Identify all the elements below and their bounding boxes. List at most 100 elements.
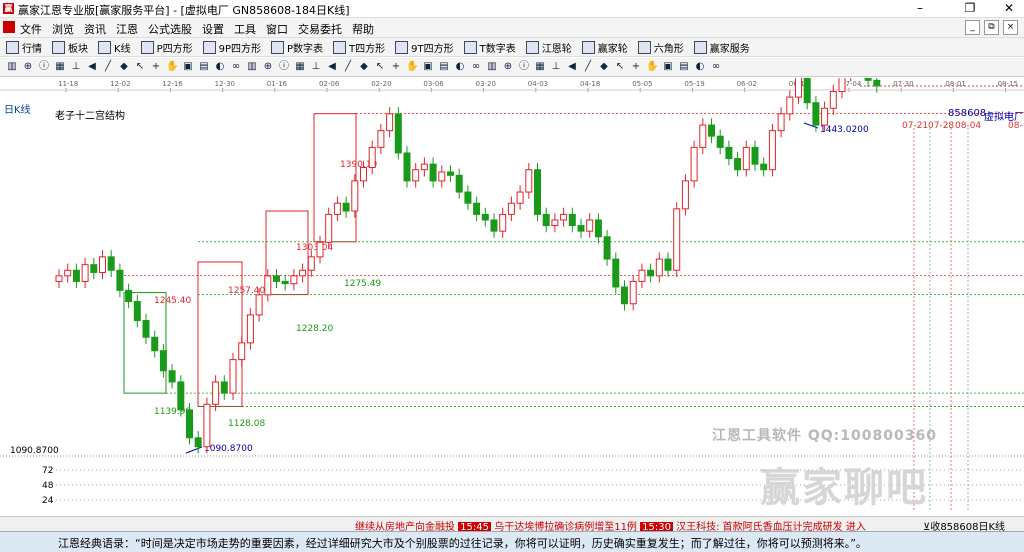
menu-item-4[interactable]: 公式选股 bbox=[148, 21, 192, 37]
mdi-control-button[interactable]: _ bbox=[965, 20, 980, 35]
menu-item-9[interactable]: 帮助 bbox=[352, 21, 374, 37]
line-icon[interactable]: ╱ bbox=[582, 61, 594, 73]
save-icon[interactable]: ▣ bbox=[182, 61, 194, 73]
save-icon[interactable]: ▣ bbox=[662, 61, 674, 73]
candle-body bbox=[142, 320, 150, 338]
gann-icon[interactable]: ◆ bbox=[118, 61, 130, 73]
candle-body bbox=[516, 191, 524, 204]
level-label-1139: 1139.99 bbox=[154, 407, 191, 417]
ruler-icon[interactable]: ⊥ bbox=[310, 61, 322, 73]
zoom-icon[interactable]: ⊕ bbox=[502, 61, 514, 73]
toolbar-button-2[interactable]: K线 bbox=[98, 40, 131, 55]
zoom-icon[interactable]: ⊕ bbox=[262, 61, 274, 73]
toolbar-button-1[interactable]: 板块 bbox=[52, 40, 88, 55]
gann-icon[interactable]: ◆ bbox=[598, 61, 610, 73]
candle-body bbox=[307, 256, 315, 271]
line-icon[interactable]: ╱ bbox=[342, 61, 354, 73]
calendar-icon[interactable]: ▦ bbox=[54, 61, 66, 73]
toolbar-button-11[interactable]: 六角形 bbox=[637, 40, 684, 55]
arrow-icon[interactable]: ◀ bbox=[86, 61, 98, 73]
cursor-icon[interactable]: ↖ bbox=[374, 61, 386, 73]
ruler-icon[interactable]: ⊥ bbox=[550, 61, 562, 73]
zoom-icon[interactable]: ⊕ bbox=[22, 61, 34, 73]
palette-icon[interactable]: ◐ bbox=[214, 61, 226, 73]
print-icon[interactable]: ▤ bbox=[198, 61, 210, 73]
cursor-icon[interactable]: ↖ bbox=[614, 61, 626, 73]
date-tick-label: 12-02 bbox=[110, 80, 130, 88]
palette-icon[interactable]: ◐ bbox=[694, 61, 706, 73]
toolbar-button-9[interactable]: 江恩轮 bbox=[525, 40, 572, 55]
palette-icon[interactable]: ◐ bbox=[454, 61, 466, 73]
calendar-icon[interactable]: ▦ bbox=[294, 61, 306, 73]
candle-body bbox=[368, 146, 376, 168]
print-icon[interactable]: ▤ bbox=[678, 61, 690, 73]
app-logo-icon: 赢 bbox=[3, 3, 14, 14]
cross-icon[interactable]: + bbox=[390, 61, 402, 73]
save-icon[interactable]: ▣ bbox=[422, 61, 434, 73]
ruler-icon[interactable]: ⊥ bbox=[70, 61, 82, 73]
date-tick-label: 05-19 bbox=[684, 80, 704, 88]
cross-icon[interactable]: + bbox=[630, 61, 642, 73]
future-date-label: 07-21 bbox=[902, 121, 928, 131]
maximize-button[interactable]: ❐ bbox=[955, 0, 985, 17]
menu-item-1[interactable]: 浏览 bbox=[52, 21, 74, 37]
menu-item-5[interactable]: 设置 bbox=[202, 21, 224, 37]
candle-body bbox=[768, 130, 776, 171]
kline-chart[interactable]: 11-18 12-02 12-16 12-30 01-16 02-06 02-20 03-06… bbox=[0, 78, 1024, 516]
menu-logo-icon bbox=[3, 21, 15, 33]
candle-body bbox=[690, 146, 698, 182]
menu-item-6[interactable]: 工具 bbox=[234, 21, 256, 37]
info-icon[interactable]: ⓘ bbox=[38, 61, 50, 73]
hand-icon[interactable]: ✋ bbox=[646, 61, 658, 73]
title-bar: 赢 赢家江恩专业版[赢家服务平台] - [虚拟电厂 GN858608-184日K… bbox=[0, 0, 1024, 18]
bar-chart-icon[interactable]: ▥ bbox=[246, 61, 258, 73]
calendar-icon[interactable]: ▦ bbox=[534, 61, 546, 73]
gann-icon[interactable]: ◆ bbox=[358, 61, 370, 73]
mdi-control-button[interactable]: × bbox=[1003, 20, 1018, 35]
volume-axis-label: 48 bbox=[42, 481, 54, 491]
minimize-button[interactable]: – bbox=[905, 0, 935, 17]
toolbar-button-0[interactable]: 行情 bbox=[6, 40, 42, 55]
hand-icon[interactable]: ✋ bbox=[166, 61, 178, 73]
close-button[interactable]: ✕ bbox=[994, 0, 1024, 17]
bar-chart-icon[interactable]: ▥ bbox=[6, 61, 18, 73]
mdi-control-button[interactable]: ⧉ bbox=[984, 20, 999, 35]
toolbar-button-label: 江恩轮 bbox=[541, 43, 572, 55]
menu-item-0[interactable]: 文件 bbox=[20, 21, 42, 37]
toolbar-button-10[interactable]: 赢家轮 bbox=[581, 40, 628, 55]
line-icon[interactable]: ╱ bbox=[102, 61, 114, 73]
watermark-text: 江恩工具软件 QQ:100800360 bbox=[712, 428, 937, 444]
candle-body bbox=[290, 275, 298, 285]
menu-item-3[interactable]: 江恩 bbox=[116, 21, 138, 37]
menu-item-7[interactable]: 窗口 bbox=[266, 21, 288, 37]
menu-item-8[interactable]: 交易委托 bbox=[298, 21, 342, 37]
candle-body bbox=[621, 286, 628, 305]
kline-chart-area[interactable]: 11-18 12-02 12-16 12-30 01-16 02-06 02-20 03-06… bbox=[0, 78, 1024, 516]
toolbar-button-3[interactable]: P四方形 bbox=[140, 40, 193, 55]
print-icon[interactable]: ▤ bbox=[438, 61, 450, 73]
infinity-icon[interactable]: ∞ bbox=[710, 61, 722, 73]
toolbar-button-7[interactable]: 9T四方形 bbox=[395, 40, 454, 55]
hand-icon[interactable]: ✋ bbox=[406, 61, 418, 73]
menu-item-2[interactable]: 资讯 bbox=[84, 21, 106, 37]
infinity-icon[interactable]: ∞ bbox=[470, 61, 482, 73]
infinity-icon[interactable]: ∞ bbox=[230, 61, 242, 73]
toolbar-button-12[interactable]: 赢家服务 bbox=[693, 40, 750, 55]
candle-body bbox=[299, 269, 307, 277]
toolbar-button-5[interactable]: P数字表 bbox=[271, 40, 323, 55]
cursor-icon[interactable]: ↖ bbox=[134, 61, 146, 73]
period-label[interactable]: 日K线 bbox=[4, 101, 31, 116]
cross-icon[interactable]: + bbox=[150, 61, 162, 73]
info-icon[interactable]: ⓘ bbox=[278, 61, 290, 73]
bar-chart-icon[interactable]: ▥ bbox=[486, 61, 498, 73]
info-icon[interactable]: ⓘ bbox=[518, 61, 530, 73]
arrow-icon[interactable]: ◀ bbox=[326, 61, 338, 73]
candle-body bbox=[838, 78, 846, 93]
toolbar-button-8[interactable]: T数字表 bbox=[463, 40, 516, 55]
candle-body bbox=[612, 258, 620, 288]
arrow-icon[interactable]: ◀ bbox=[566, 61, 578, 73]
toolbar-button-6[interactable]: T四方形 bbox=[333, 40, 385, 55]
toolbar-button-4[interactable]: 9P四方形 bbox=[202, 40, 261, 55]
low-pointer-line bbox=[185, 446, 203, 454]
structure-box bbox=[123, 292, 167, 394]
